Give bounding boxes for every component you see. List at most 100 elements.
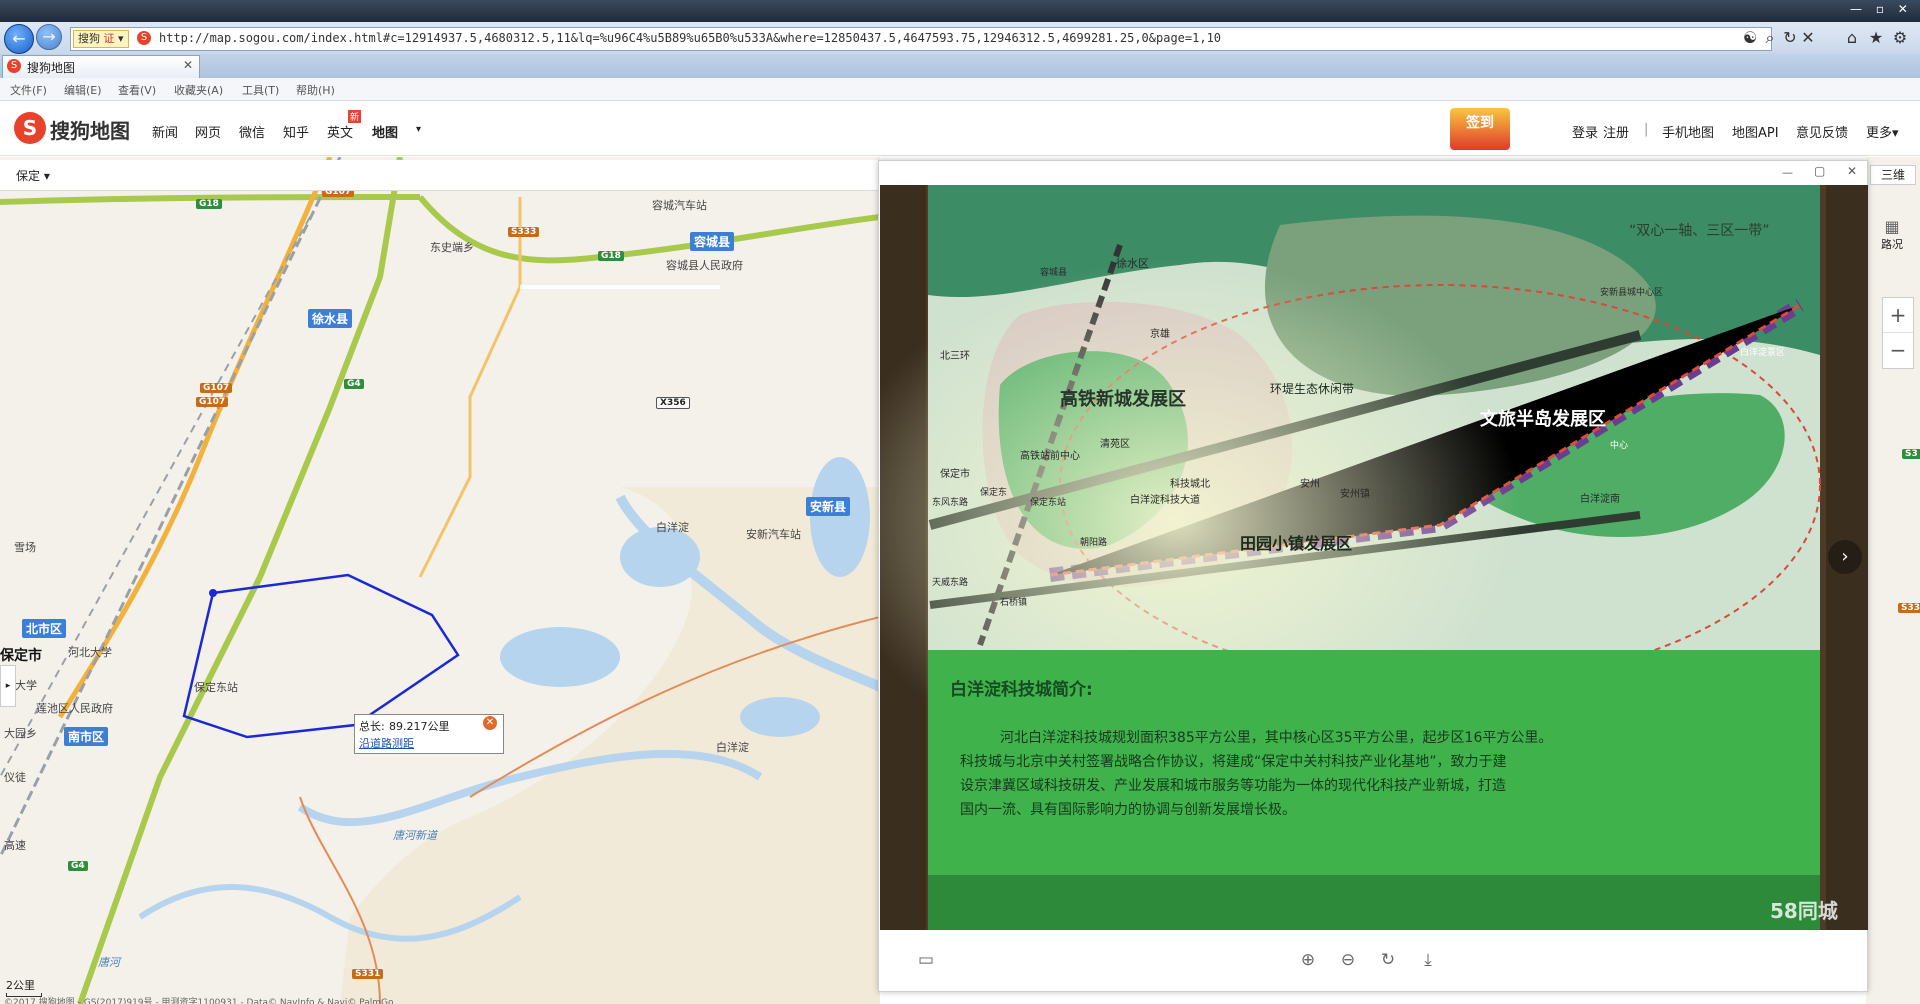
security-icon[interactable]: ☯	[1740, 28, 1760, 48]
plan-small-label: 安州	[1300, 479, 1320, 490]
forward-icon[interactable]: →	[36, 24, 62, 50]
feedback-link[interactable]: 意见反馈	[1796, 122, 1848, 141]
lake	[620, 527, 700, 587]
place-label: 高速	[4, 839, 26, 852]
zoom-out-photo-icon[interactable]: ⊖	[1338, 950, 1358, 970]
url-text[interactable]: http://map.sogou.com/index.html#c=129149…	[159, 31, 1221, 45]
signin-badge[interactable]: 签到	[1450, 108, 1510, 150]
thumbnail-icon[interactable]: ▭	[916, 950, 936, 970]
rotate-icon[interactable]: ↻	[1378, 950, 1398, 970]
home-icon[interactable]: ⌂	[1842, 28, 1862, 48]
intro-title: 白洋淀科技城简介:	[950, 680, 1093, 700]
search-icon[interactable]: ⌕	[1760, 28, 1780, 48]
plan-small-label: 保定市	[940, 469, 970, 480]
menu-help[interactable]: 帮助(H)	[296, 82, 335, 98]
menu-bar	[0, 78, 1920, 101]
nav-weixin[interactable]: 微信	[239, 122, 265, 141]
county-label-rongcheng[interactable]: 容城县	[690, 232, 735, 251]
plan-small-label: 容城县	[1040, 268, 1068, 278]
nav-map[interactable]: 地图	[372, 122, 398, 141]
next-image-icon[interactable]: ›	[1828, 540, 1862, 574]
county-label-anxin[interactable]: 安新县	[806, 497, 851, 516]
zoom-out-icon[interactable]: −	[1883, 333, 1913, 367]
nav-web[interactable]: 网页	[195, 122, 221, 141]
place-label: 莲池区人民政府	[36, 702, 113, 715]
road-shield: G107	[200, 383, 233, 393]
expressway-g4	[77, 157, 403, 1004]
measure-label: 总长:	[359, 720, 385, 733]
city-bar: 保定 ▾	[0, 160, 880, 191]
expressway-g18	[417, 195, 880, 264]
intro-line: 河北白洋淀科技城规划面积385平方公里，其中核心区35平方公里，起步区16平方公…	[1000, 730, 1553, 746]
more-link[interactable]: 更多▾	[1866, 122, 1899, 141]
minimize-icon[interactable]: —	[1850, 2, 1862, 16]
measure-close-icon[interactable]: ✕	[483, 716, 497, 730]
place-label: 东史端乡	[430, 241, 474, 254]
stop-icon[interactable]: ✕	[1798, 28, 1818, 48]
traffic-button[interactable]: ▦ 路况	[1870, 217, 1914, 252]
nav-zhihu[interactable]: 知乎	[283, 122, 309, 141]
zoom-in-icon[interactable]: +	[1883, 298, 1913, 333]
plan-small-label: 北三环	[940, 351, 970, 362]
zoom-in-photo-icon[interactable]: ⊕	[1298, 950, 1318, 970]
map-right-strip: 三维 ▦路况 + − S3 S334	[1866, 157, 1920, 1004]
road-shield: G4	[68, 861, 88, 871]
place-label: 容城汽车站	[652, 199, 707, 212]
viewer-maximize-icon[interactable]: ▢	[1814, 164, 1825, 178]
tab-sogou-map[interactable]: S 搜狗地图 ✕	[2, 55, 200, 78]
viewer-close-icon[interactable]: ✕	[1847, 164, 1857, 178]
measure-start-point[interactable]	[209, 589, 217, 597]
zoom-control: + −	[1882, 297, 1914, 369]
city-label-baoding[interactable]: 保定市	[0, 645, 42, 665]
map-api-link[interactable]: 地图API	[1732, 122, 1779, 141]
close-icon[interactable]: ✕	[1898, 2, 1908, 16]
site-logo-text[interactable]: 搜狗地图	[50, 115, 130, 144]
plan-small-label: 保定东	[980, 488, 1008, 498]
plan-small-label: 安州镇	[1340, 489, 1370, 500]
map-roads-svg	[0, 157, 880, 1004]
nav-news[interactable]: 新闻	[152, 122, 178, 141]
zone-label: 田园小镇发展区	[1240, 534, 1353, 553]
mobile-map-link[interactable]: 手机地图	[1662, 122, 1714, 141]
lake	[740, 697, 820, 737]
viewer-minimize-icon[interactable]: —	[1782, 166, 1793, 179]
refresh-icon[interactable]: ↻	[1780, 28, 1800, 48]
plan-small-label: 白洋淀景区	[1740, 348, 1786, 358]
menu-file[interactable]: 文件(F)	[10, 82, 47, 98]
road-measure-link[interactable]: 沿道路测距	[359, 735, 414, 751]
plan-small-label: 京雄	[1150, 329, 1170, 340]
maximize-icon[interactable]: ▫	[1876, 2, 1884, 16]
three-d-button[interactable]: 三维	[1870, 165, 1916, 185]
national-road-g107	[57, 157, 333, 719]
search-engine-tag[interactable]: 搜狗 证 ▾	[73, 30, 129, 48]
city-selector[interactable]: 保定 ▾	[16, 167, 50, 184]
back-icon[interactable]: ←	[4, 24, 34, 54]
tab-close-icon[interactable]: ✕	[183, 58, 193, 72]
menu-tools[interactable]: 工具(T)	[242, 82, 279, 98]
district-label-beishi[interactable]: 北市区	[22, 619, 67, 638]
menu-view[interactable]: 查看(V)	[118, 82, 156, 98]
plan-title-tag: “双心一轴、三区一带”	[1629, 223, 1770, 239]
watermark: 58同城	[1770, 899, 1838, 923]
place-label: 安新汽车站	[746, 528, 801, 541]
settings-icon[interactable]: ⚙	[1890, 28, 1910, 48]
panel-expand-icon[interactable]: ▸	[0, 665, 16, 707]
county-label-xushui[interactable]: 徐水县	[308, 309, 353, 328]
place-label: 白洋淀	[716, 741, 749, 754]
measure-route[interactable]	[182, 573, 460, 739]
sogou-logo-icon[interactable]: S	[14, 112, 46, 144]
window-controls: — ▫ ✕	[1850, 2, 1920, 18]
download-icon[interactable]: ⤓	[1418, 950, 1438, 970]
intro-line: 国内一流、具有国际影响力的协调与创新发展增长极。	[960, 802, 1296, 818]
address-bar[interactable]: 搜狗 证 ▾ S http://map.sogou.com/index.html…	[70, 27, 1772, 51]
menu-edit[interactable]: 编辑(E)	[64, 82, 102, 98]
district-label-nanshi[interactable]: 南市区	[64, 727, 109, 746]
map-canvas[interactable]: 徐水县 容城县 安新县 北市区 南市区 保定市 东史端乡 容城汽车站 容城县人民…	[0, 157, 880, 1004]
nav-more-caret-icon[interactable]: ▾	[416, 124, 421, 135]
login-link[interactable]: 登录	[1572, 122, 1598, 141]
register-link[interactable]: 注册	[1603, 122, 1629, 141]
menu-favorites[interactable]: 收藏夹(A)	[174, 82, 223, 98]
favorites-icon[interactable]: ★	[1866, 28, 1886, 48]
plan-small-label: 徐水区	[1116, 257, 1149, 270]
nav-english[interactable]: 英文	[327, 122, 353, 141]
